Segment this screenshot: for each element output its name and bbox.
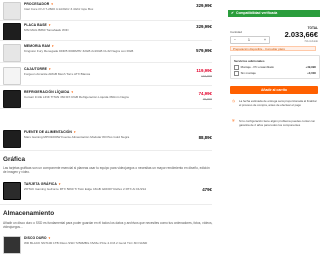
section-heading-graphics: Gráfica (3, 156, 26, 163)
check-icon: ✔ (231, 11, 235, 15)
plus-button[interactable]: + (264, 37, 266, 43)
cooling-image (3, 90, 21, 108)
component-price: 329,99€ (196, 3, 212, 8)
divider (0, 62, 212, 63)
additional-services: Servicios adicionales Montaje - PC ensam… (230, 55, 320, 79)
chevron-down-icon[interactable]: ▾ (74, 130, 76, 134)
divider (0, 204, 212, 205)
service-price: +0,00€ (307, 71, 316, 75)
chevron-down-icon[interactable]: ▾ (51, 2, 53, 6)
total-price: 2.033,66€ (284, 30, 318, 39)
minus-button[interactable]: − (234, 37, 236, 43)
chevron-down-icon[interactable]: ▾ (52, 44, 54, 48)
component-category: PROCESADOR (24, 2, 50, 6)
services-title: Servicios adicionales (234, 59, 265, 63)
chevron-down-icon[interactable]: ▾ (59, 182, 61, 186)
delivery-info-text: La fecha estimada de entrega será propor… (239, 99, 317, 107)
service-label: Sin montaje (240, 71, 256, 76)
checkbox[interactable] (234, 65, 239, 70)
service-label: Montaje - PC ensamblado (240, 65, 275, 70)
divider (0, 150, 212, 151)
case-image (3, 67, 21, 85)
shield-icon: ⛨ (232, 119, 235, 123)
compatibility-badge: ✔ Compatibilidad verificada (228, 10, 320, 17)
warranty-info-text: Si tu configuración tiene algún problema… (239, 119, 316, 127)
chevron-down-icon[interactable]: ▾ (49, 236, 51, 240)
availability-notice: Preparación disponible - Consultar plazo (230, 46, 316, 51)
component-category: PLACA BASE (24, 23, 47, 27)
motherboard-image (3, 23, 21, 41)
chevron-down-icon[interactable]: ▾ (49, 67, 51, 71)
quantity-label: Cantidad (230, 30, 243, 34)
component-row-gpu[interactable]: TARJETA GRÁFICA ▾ ZOTAC Gaming GeForce RT… (0, 180, 212, 204)
service-price: +49,99€ (305, 65, 316, 69)
component-description: ZOTAC Gaming GeForce RTX 5060 Ti Twin Ed… (24, 187, 147, 191)
component-category: CAJA/TORRE (24, 67, 47, 71)
section-heading-storage: Almacenamiento (3, 210, 55, 217)
ssd-image (3, 236, 21, 254)
divider (0, 40, 212, 41)
component-description: Corsair iCUE LINK TITAN 360 RX RGB Refri… (24, 95, 129, 99)
component-description: Kingston Fury Renegade DDR5 6000MHz 32GB… (24, 49, 134, 53)
gpu-image (3, 182, 21, 200)
section-text-storage: Añadir un disco duro o SSD es fundamenta… (3, 221, 213, 230)
chevron-down-icon[interactable]: ▾ (49, 23, 51, 27)
component-category: REFRIGERACIÓN LÍQUIDA (24, 90, 70, 94)
quantity-value: 1 (248, 38, 250, 42)
component-description: Mars Gaming MPIII1000W Fuente Alimentaci… (24, 135, 130, 139)
component-old-price: 134,99€ (201, 74, 212, 78)
component-description: MSI MAG B860 Tomahawk WIFI (24, 28, 69, 32)
component-description: WD BLACK SN7100 1TB Disco SSD 7250MB/s N… (24, 241, 148, 245)
tax-note: IVA incluido (304, 40, 318, 43)
component-category: TARJETA GRÁFICA (24, 182, 57, 186)
component-price: 74,99€ (198, 91, 212, 96)
component-price: 119,99€ (196, 68, 212, 73)
component-description: Intel Core i3 Ul 7-2600 4.1A3Ghz 3.4Ghz … (24, 7, 94, 11)
ram-image (3, 44, 21, 62)
section-text-graphics: Las tarjetas gráficas son un componente … (3, 166, 210, 175)
component-price: 329,99€ (196, 24, 212, 29)
component-row-storage[interactable]: DISCO DURO ▾ WD BLACK SN7100 1TB Disco SS… (0, 234, 212, 258)
component-price: 88,89€ (198, 135, 212, 140)
component-row-psu[interactable]: FUENTE DE ALIMENTACIÓN ▾ Mars Gaming MPII… (0, 128, 212, 152)
component-old-price: 79,99€ (202, 97, 212, 101)
add-to-cart-button[interactable]: Añadir al carrito (230, 86, 318, 94)
component-description: Forgeon Arcanite ARGB Mesh Torre ATX Bla… (24, 72, 91, 76)
component-category: MEMORIA RAM (24, 44, 51, 48)
service-option-no-assembly[interactable]: Sin montaje (234, 71, 256, 76)
checkbox[interactable] (234, 71, 239, 76)
service-option-assembly[interactable]: Montaje - PC ensamblado (234, 65, 274, 70)
components-list: PROCESADOR ▾ Intel Core i3 Ul 7-2600 4.1A… (0, 0, 218, 256)
component-price: 479€ (202, 187, 212, 192)
processor-image (3, 2, 21, 20)
component-category: FUENTE DE ALIMENTACIÓN (24, 130, 72, 134)
compatibility-text: Compatibilidad verificada (236, 11, 278, 15)
chevron-down-icon[interactable]: ▾ (71, 90, 73, 94)
divider (0, 85, 212, 86)
order-summary-panel: ✔ Compatibilidad verificada TOTAL Cantida… (228, 0, 320, 256)
component-category: DISCO DURO (24, 236, 47, 240)
psu-image (3, 130, 21, 148)
divider (0, 108, 212, 109)
component-price: 579,99€ (196, 48, 212, 53)
clock-icon: ◷ (232, 99, 235, 103)
quantity-stepper[interactable]: − 1 + (230, 36, 270, 44)
